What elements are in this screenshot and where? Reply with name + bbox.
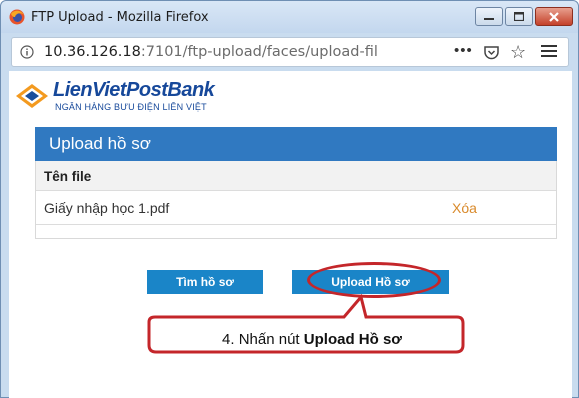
- bookmark-star-icon[interactable]: ☆: [510, 42, 526, 62]
- pocket-icon[interactable]: [483, 44, 500, 61]
- url-path: :7101/ftp-upload/faces/upload-fil: [140, 44, 378, 60]
- delete-file-link[interactable]: Xóa: [452, 200, 477, 216]
- page-actions-button[interactable]: •••: [454, 42, 473, 59]
- close-icon: [549, 11, 559, 22]
- table-row: Giấy nhập học 1.pdf Xóa: [36, 191, 556, 225]
- highlight-ellipse: [307, 262, 441, 298]
- browser-window: FTP Upload - Mozilla Firefox 10.36.126.1…: [0, 0, 579, 398]
- url-text[interactable]: 10.36.126.18:7101/ftp-upload/faces/uploa…: [44, 44, 454, 60]
- column-header-file-name: Tên file: [36, 161, 556, 191]
- maximize-button[interactable]: [505, 7, 533, 26]
- file-table: Tên file Giấy nhập học 1.pdf Xóa: [35, 161, 557, 239]
- close-button[interactable]: [535, 7, 573, 26]
- panel-title: Upload hồ sơ: [35, 127, 557, 161]
- page-content: LienVietPostBank NGÂN HÀNG BƯU ĐIỆN LIÊN…: [9, 71, 572, 398]
- maximize-icon: [514, 12, 524, 21]
- window-title: FTP Upload - Mozilla Firefox: [31, 10, 209, 25]
- bank-logo-icon: [16, 84, 48, 108]
- minimize-button[interactable]: [475, 7, 503, 26]
- find-files-button[interactable]: Tìm hồ sơ: [147, 270, 263, 294]
- bank-logo: LienVietPostBank NGÂN HÀNG BƯU ĐIỆN LIÊN…: [15, 77, 265, 117]
- annotation-prefix: 4. Nhấn nút: [222, 331, 304, 348]
- annotation-emphasis: Upload Hồ sơ: [303, 331, 402, 348]
- firefox-icon: [9, 9, 25, 25]
- hamburger-menu-icon[interactable]: [540, 41, 558, 61]
- file-name: Giấy nhập học 1.pdf: [44, 200, 170, 216]
- annotation-text: 4. Nhấn nút Upload Hồ sơ: [169, 331, 455, 348]
- bank-name: LienVietPostBank: [53, 79, 215, 101]
- title-bar: FTP Upload - Mozilla Firefox: [1, 1, 578, 33]
- minimize-icon: [484, 17, 494, 20]
- info-icon[interactable]: [20, 45, 34, 59]
- address-bar[interactable]: 10.36.126.18:7101/ftp-upload/faces/uploa…: [11, 37, 569, 67]
- bank-tagline: NGÂN HÀNG BƯU ĐIỆN LIÊN VIỆT: [55, 102, 207, 112]
- url-host: 10.36.126.18: [44, 44, 141, 60]
